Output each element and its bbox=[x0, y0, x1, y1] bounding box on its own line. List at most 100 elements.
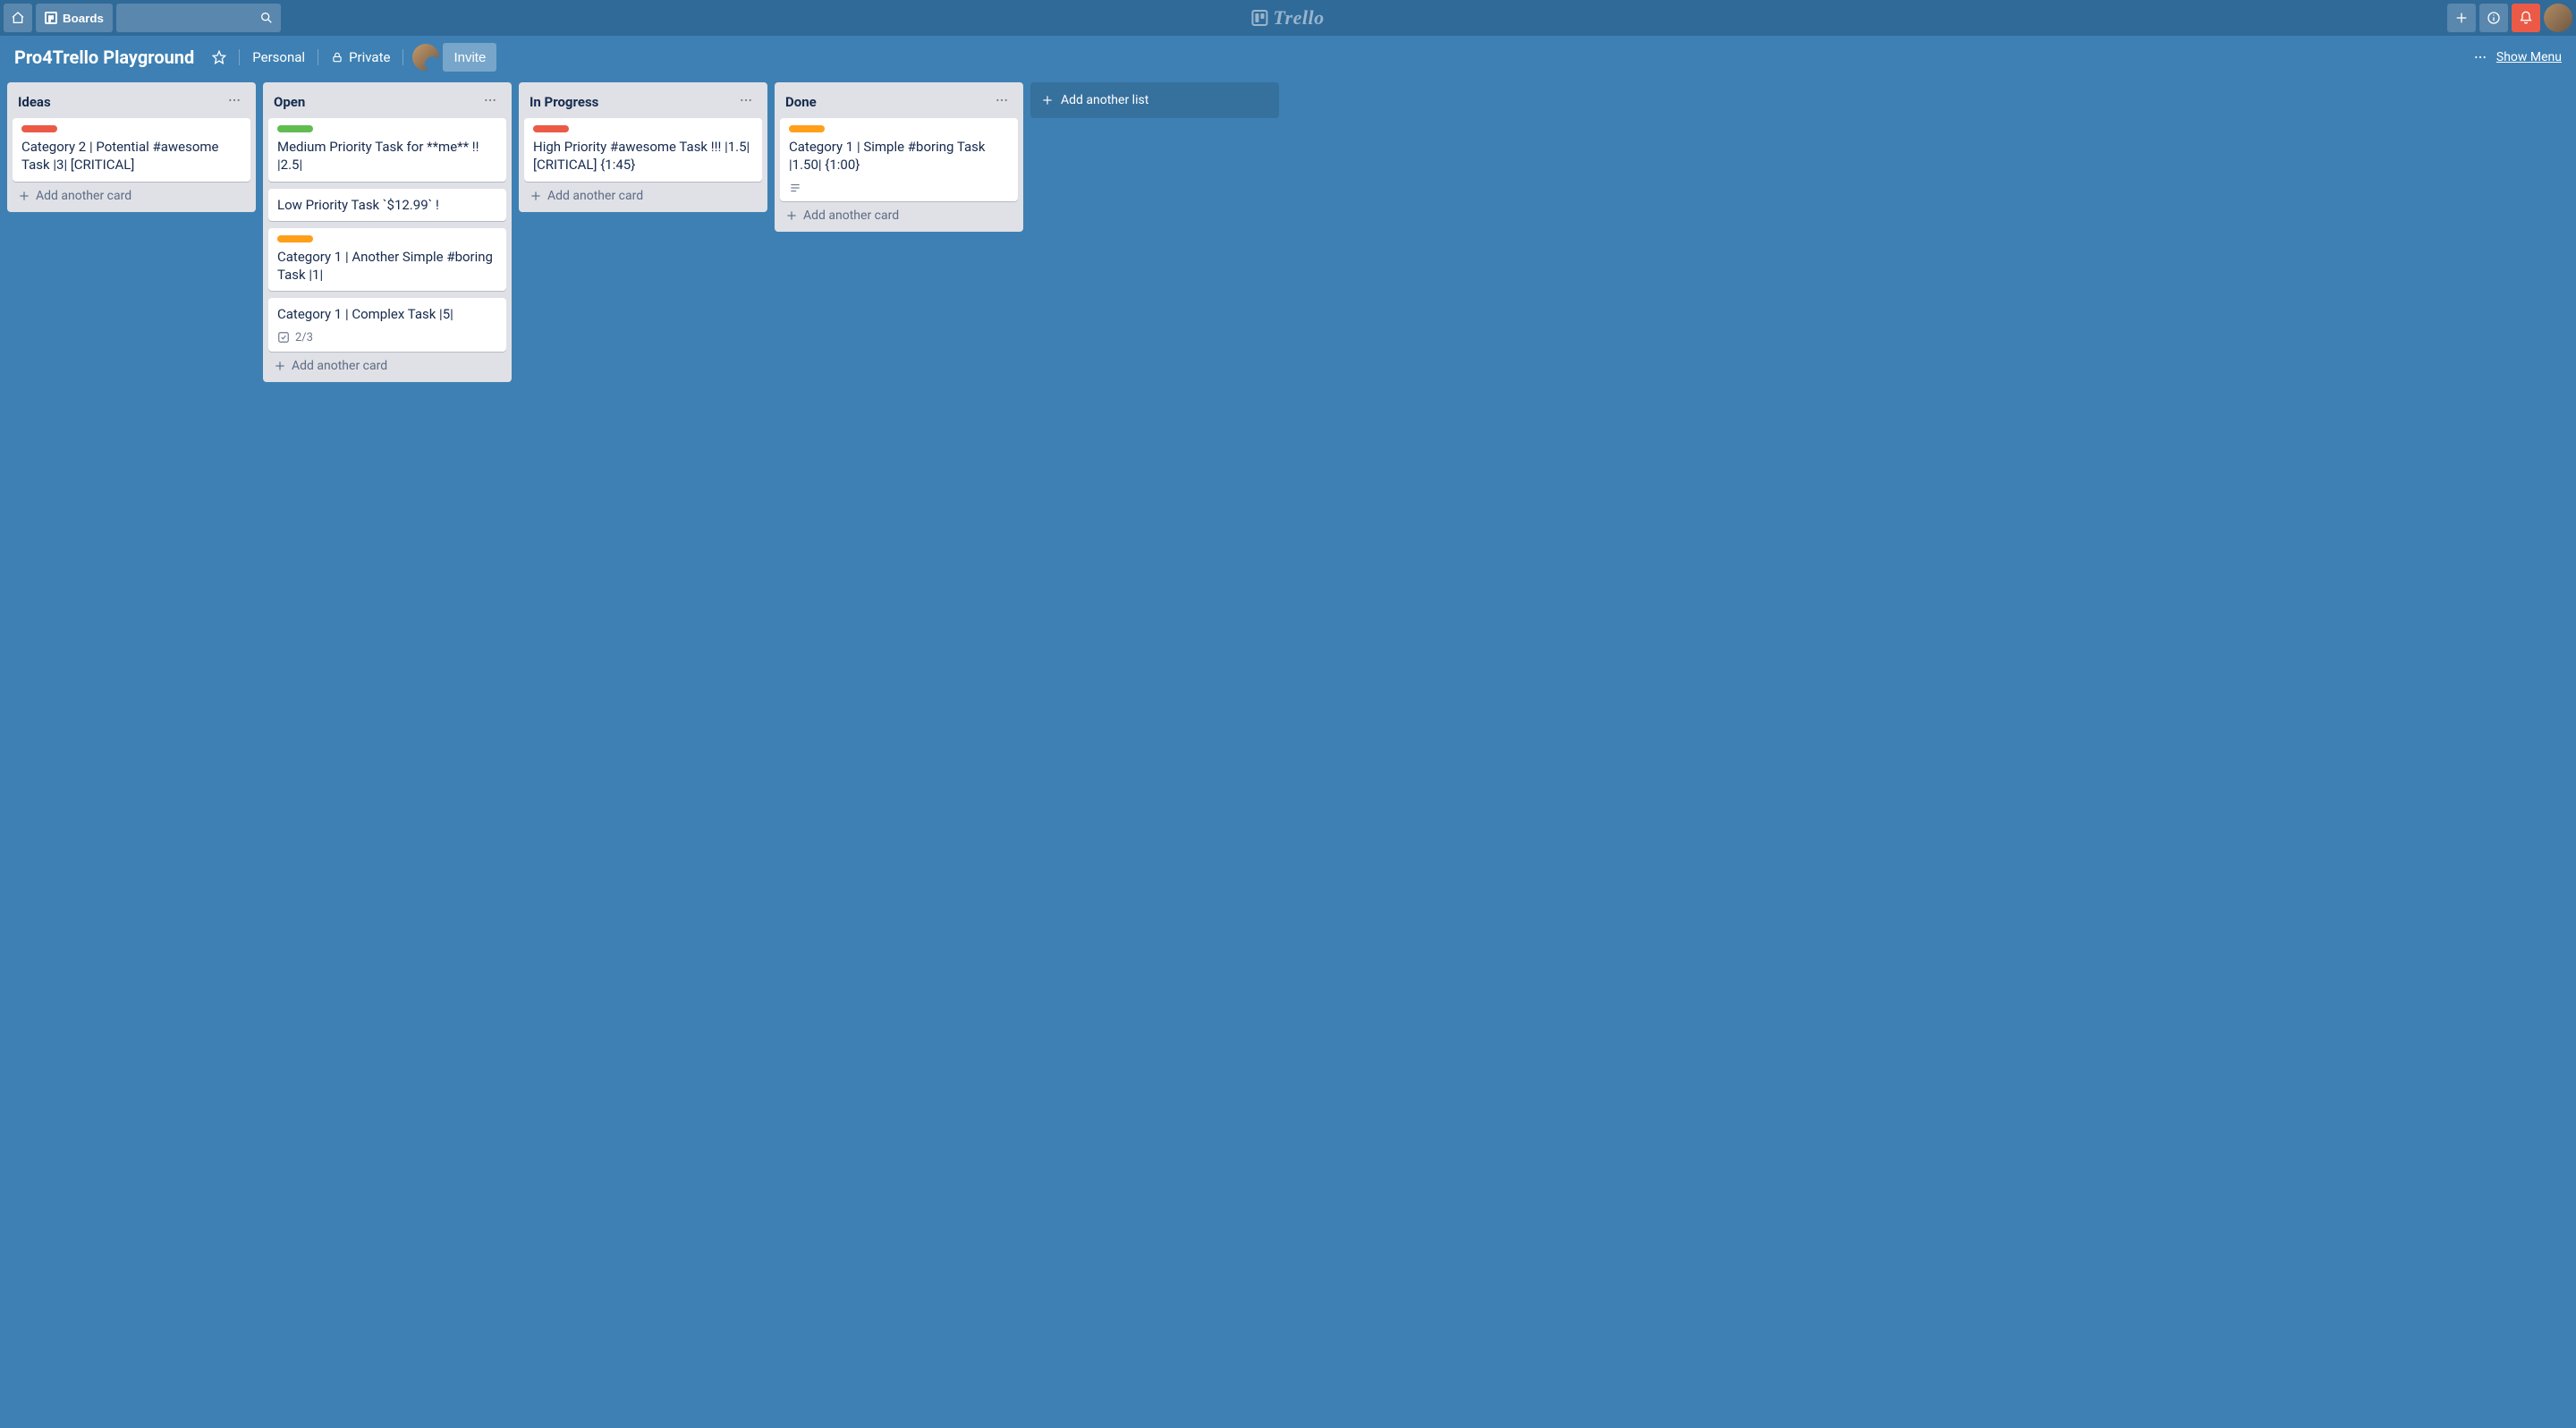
board-canvas: Ideas Category 2 | Potential #awesome Tas… bbox=[0, 79, 2576, 1428]
checklist-count: 2/3 bbox=[295, 331, 313, 344]
card-label[interactable] bbox=[533, 125, 569, 132]
card-label[interactable] bbox=[277, 235, 313, 242]
card-label[interactable] bbox=[277, 125, 313, 132]
list-title[interactable]: Ideas bbox=[18, 94, 51, 110]
list-header: Done bbox=[780, 88, 1018, 118]
home-button[interactable] bbox=[4, 4, 32, 32]
visibility-button[interactable]: Private bbox=[322, 43, 399, 72]
ellipsis-icon bbox=[227, 93, 242, 107]
list: Ideas Category 2 | Potential #awesome Tas… bbox=[7, 82, 256, 212]
card-title: Category 1 | Another Simple #boring Task… bbox=[277, 248, 497, 285]
trello-logo-icon bbox=[1251, 10, 1267, 26]
board-header-right: Show Menu bbox=[2473, 50, 2562, 64]
card-list: High Priority #awesome Task !!! |1.5| [C… bbox=[524, 118, 762, 182]
app-name: Trello bbox=[1273, 6, 1324, 30]
description-icon bbox=[789, 182, 801, 194]
add-card-label: Add another card bbox=[36, 189, 131, 203]
star-button[interactable] bbox=[203, 43, 235, 72]
invite-button[interactable]: Invite bbox=[443, 43, 496, 72]
checklist-icon bbox=[277, 331, 290, 344]
list-menu-button[interactable] bbox=[991, 91, 1013, 113]
separator bbox=[402, 49, 403, 65]
list: Done Category 1 | Simple #boring Task |1.… bbox=[775, 82, 1023, 232]
separator bbox=[239, 49, 240, 65]
card-title: High Priority #awesome Task !!! |1.5| [C… bbox=[533, 138, 753, 174]
add-card-button[interactable]: Add another card bbox=[268, 352, 506, 377]
plus-icon bbox=[530, 190, 542, 202]
ellipsis-icon bbox=[739, 93, 753, 107]
plus-icon bbox=[274, 360, 286, 372]
lock-icon bbox=[331, 51, 343, 64]
board-title[interactable]: Pro4Trello Playground bbox=[14, 47, 194, 68]
boards-label: Boards bbox=[63, 12, 104, 25]
ellipsis-icon bbox=[483, 93, 497, 107]
list-title[interactable]: Done bbox=[785, 94, 817, 110]
card-title: Category 2 | Potential #awesome Task |3|… bbox=[21, 138, 242, 174]
card-badges bbox=[789, 182, 1009, 194]
user-avatar[interactable] bbox=[2544, 4, 2572, 32]
plus-icon bbox=[2454, 11, 2469, 25]
card[interactable]: Category 1 | Simple #boring Task |1.50| … bbox=[780, 118, 1018, 201]
add-card-button[interactable]: Add another card bbox=[524, 182, 762, 207]
card[interactable]: Category 1 | Complex Task |5| 2/3 bbox=[268, 298, 506, 351]
add-card-button[interactable]: Add another card bbox=[780, 201, 1018, 226]
add-card-button[interactable]: Add another card bbox=[13, 182, 250, 207]
show-menu-button[interactable]: Show Menu bbox=[2496, 50, 2562, 64]
bell-icon bbox=[2519, 11, 2533, 25]
list-header: In Progress bbox=[524, 88, 762, 118]
visibility-label: Private bbox=[349, 49, 390, 65]
info-button[interactable] bbox=[2479, 4, 2508, 32]
add-list-button[interactable]: Add another list bbox=[1030, 82, 1279, 118]
card-title: Medium Priority Task for **me** !! |2.5| bbox=[277, 138, 497, 174]
list-menu-button[interactable] bbox=[735, 91, 757, 113]
card[interactable]: High Priority #awesome Task !!! |1.5| [C… bbox=[524, 118, 762, 182]
global-header: Boards Trello bbox=[0, 0, 2576, 36]
add-card-label: Add another card bbox=[803, 208, 899, 223]
card-list: Medium Priority Task for **me** !! |2.5|… bbox=[268, 118, 506, 352]
boards-icon bbox=[45, 12, 57, 24]
info-icon bbox=[2487, 11, 2501, 25]
list-header: Open bbox=[268, 88, 506, 118]
add-card-label: Add another card bbox=[292, 359, 387, 373]
card-title: Low Priority Task `$12.99` ! bbox=[277, 196, 497, 214]
list: Open Medium Priority Task for **me** !! |… bbox=[263, 82, 512, 382]
home-icon bbox=[11, 11, 25, 25]
card[interactable]: Medium Priority Task for **me** !! |2.5| bbox=[268, 118, 506, 182]
star-icon bbox=[212, 50, 226, 64]
card[interactable]: Category 1 | Another Simple #boring Task… bbox=[268, 228, 506, 292]
card[interactable]: Category 2 | Potential #awesome Task |3|… bbox=[13, 118, 250, 182]
team-label: Personal bbox=[252, 49, 305, 65]
team-button[interactable]: Personal bbox=[243, 43, 314, 72]
plus-icon bbox=[1041, 94, 1054, 106]
board-header: Pro4Trello Playground Personal Private I… bbox=[0, 36, 2576, 79]
search-input[interactable] bbox=[116, 4, 281, 32]
card-title: Category 1 | Simple #boring Task |1.50| … bbox=[789, 138, 1009, 174]
list-title[interactable]: In Progress bbox=[530, 94, 598, 110]
global-header-right bbox=[2447, 4, 2572, 32]
add-card-label: Add another card bbox=[547, 189, 643, 203]
list-title[interactable]: Open bbox=[274, 94, 305, 110]
app-logo[interactable]: Trello bbox=[1251, 6, 1324, 30]
search-icon bbox=[259, 11, 274, 25]
ellipsis-icon bbox=[2473, 50, 2487, 64]
list-menu-button[interactable] bbox=[479, 91, 501, 113]
boards-button[interactable]: Boards bbox=[36, 4, 113, 32]
notifications-button[interactable] bbox=[2512, 4, 2540, 32]
list: In Progress High Priority #awesome Task !… bbox=[519, 82, 767, 212]
create-button[interactable] bbox=[2447, 4, 2476, 32]
card-badges: 2/3 bbox=[277, 331, 497, 344]
list-menu-button[interactable] bbox=[224, 91, 245, 113]
card-title: Category 1 | Complex Task |5| bbox=[277, 305, 497, 323]
list-header: Ideas bbox=[13, 88, 250, 118]
global-header-left: Boards bbox=[4, 4, 281, 32]
ellipsis-icon bbox=[995, 93, 1009, 107]
card-label[interactable] bbox=[21, 125, 57, 132]
plus-icon bbox=[18, 190, 30, 202]
card-list: Category 2 | Potential #awesome Task |3|… bbox=[13, 118, 250, 182]
board-member-avatar[interactable] bbox=[412, 44, 439, 71]
card-label[interactable] bbox=[789, 125, 825, 132]
add-list-label: Add another list bbox=[1061, 93, 1148, 107]
plus-icon bbox=[785, 209, 798, 222]
card-list: Category 1 | Simple #boring Task |1.50| … bbox=[780, 118, 1018, 201]
card[interactable]: Low Priority Task `$12.99` ! bbox=[268, 189, 506, 221]
